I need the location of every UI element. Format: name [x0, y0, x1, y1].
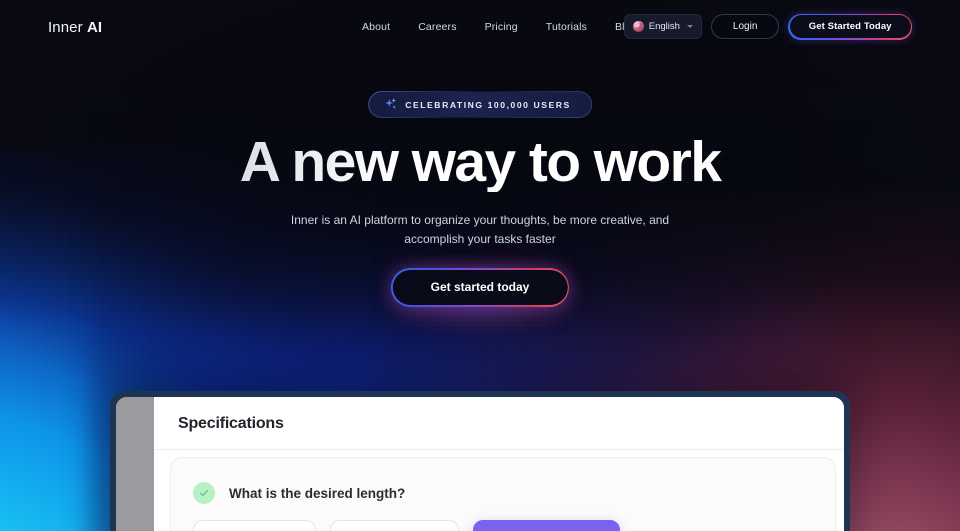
- hero-cta-border: Get started today: [390, 268, 570, 307]
- specifications-panel: What is the desired length? Brief summar…: [170, 457, 836, 531]
- celebration-badge: CELEBRATING 100,000 USERS: [369, 92, 591, 117]
- question-row: What is the desired length?: [193, 482, 405, 504]
- login-button[interactable]: Login: [710, 14, 780, 40]
- celebration-badge-border: CELEBRATING 100,000 USERS: [368, 91, 592, 118]
- option-moderate-detail[interactable]: Moderate detail: [330, 520, 460, 531]
- question-text: What is the desired length?: [229, 485, 406, 501]
- product-preview-card: Specifications What is the desired lengt…: [110, 391, 850, 531]
- specifications-title: Specifications: [178, 415, 284, 432]
- divider: [154, 449, 844, 450]
- option-extensive-manual[interactable]: Extensive manual: [473, 520, 621, 531]
- check-icon: [193, 482, 215, 504]
- product-sidebar[interactable]: [116, 397, 154, 531]
- nav-item-tutorials[interactable]: Tutorials: [546, 21, 587, 33]
- globe-icon: [632, 21, 644, 33]
- brand-name-bold: AI: [86, 19, 103, 36]
- hero-get-started-button[interactable]: Get started today: [392, 269, 568, 305]
- language-label: English: [648, 21, 680, 33]
- option-brief-summary[interactable]: Brief summary: [193, 520, 317, 531]
- page-title: A new way to work: [0, 132, 960, 192]
- product-preview-inner: Specifications What is the desired lengt…: [116, 397, 844, 531]
- hero-subtitle: Inner is an AI platform to organize your…: [290, 213, 670, 246]
- get-started-today-button[interactable]: Get Started Today: [789, 15, 911, 39]
- nav-item-pricing[interactable]: Pricing: [485, 21, 518, 33]
- length-options: Brief summary Moderate detail Extensive …: [193, 520, 621, 531]
- primary-nav: About Careers Pricing Tutorials Blog: [362, 21, 637, 33]
- header-actions: English Login Get Started Today: [623, 14, 912, 40]
- celebration-badge-label: CELEBRATING 100,000 USERS: [405, 99, 571, 110]
- nav-item-careers[interactable]: Careers: [418, 21, 456, 33]
- product-main-panel: Specifications What is the desired lengt…: [154, 397, 844, 531]
- get-started-today-button-border: Get Started Today: [788, 14, 912, 40]
- brand-logo[interactable]: Inner AI: [48, 19, 102, 36]
- chevron-down-icon: [686, 25, 693, 29]
- brand-name-light: Inner: [48, 19, 87, 36]
- sparkle-icon: [385, 98, 398, 111]
- nav-item-about[interactable]: About: [362, 21, 390, 33]
- language-selector[interactable]: English: [623, 14, 702, 40]
- site-header: Inner AI About Careers Pricing Tutorials…: [0, 0, 960, 55]
